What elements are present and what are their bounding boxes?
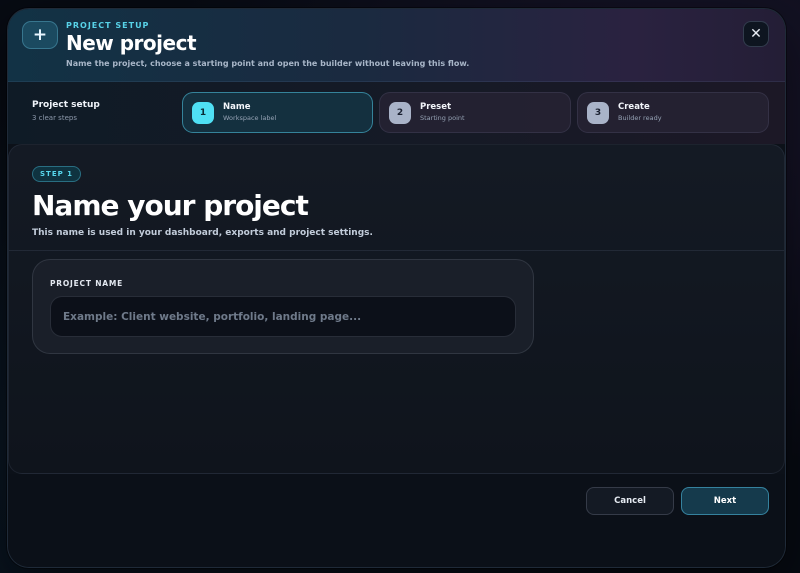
step-content-panel: STEP 1 Name your project This name is us… <box>8 144 785 474</box>
steps-intro-meta: 3 clear steps <box>32 114 77 122</box>
step-chip: STEP 1 <box>32 166 82 182</box>
step-create[interactable]: 3 Create Builder ready <box>577 92 769 133</box>
cancel-button[interactable]: Cancel <box>586 487 674 515</box>
step-preset[interactable]: 2 Preset Starting point <box>379 92 571 133</box>
modal-header: + PROJECT SETUP New project Name the pro… <box>8 9 785 82</box>
content-description: This name is used in your dashboard, exp… <box>32 228 373 238</box>
steps-bar: Project setup 3 clear steps 1 Name Works… <box>8 82 785 144</box>
steps-intro: Project setup 3 clear steps <box>32 100 100 122</box>
step-title: Create <box>618 102 650 112</box>
project-name-input[interactable] <box>50 296 516 337</box>
step-number: 2 <box>389 102 411 124</box>
new-project-modal: + PROJECT SETUP New project Name the pro… <box>7 8 786 568</box>
modal-title: New project <box>66 31 197 55</box>
step-title: Name <box>223 102 251 112</box>
steps-intro-label: Project setup <box>32 100 100 110</box>
modal-eyebrow: PROJECT SETUP <box>66 21 150 30</box>
step-title: Preset <box>420 102 452 112</box>
project-name-card: PROJECT NAME <box>32 259 534 354</box>
close-icon[interactable]: ✕ <box>743 21 769 47</box>
step-subtitle: Workspace label <box>223 114 277 122</box>
step-number: 1 <box>192 102 214 124</box>
project-name-label: PROJECT NAME <box>50 279 124 288</box>
step-subtitle: Builder ready <box>618 114 662 122</box>
step-subtitle: Starting point <box>420 114 465 122</box>
content-divider <box>9 250 784 251</box>
step-number: 3 <box>587 102 609 124</box>
content-title: Name your project <box>32 189 309 222</box>
modal-subtitle: Name the project, choose a starting poin… <box>66 59 470 68</box>
step-name[interactable]: 1 Name Workspace label <box>182 92 373 133</box>
next-button[interactable]: Next <box>681 487 769 515</box>
modal-footer: Cancel Next <box>8 474 785 567</box>
plus-icon: + <box>22 21 58 49</box>
